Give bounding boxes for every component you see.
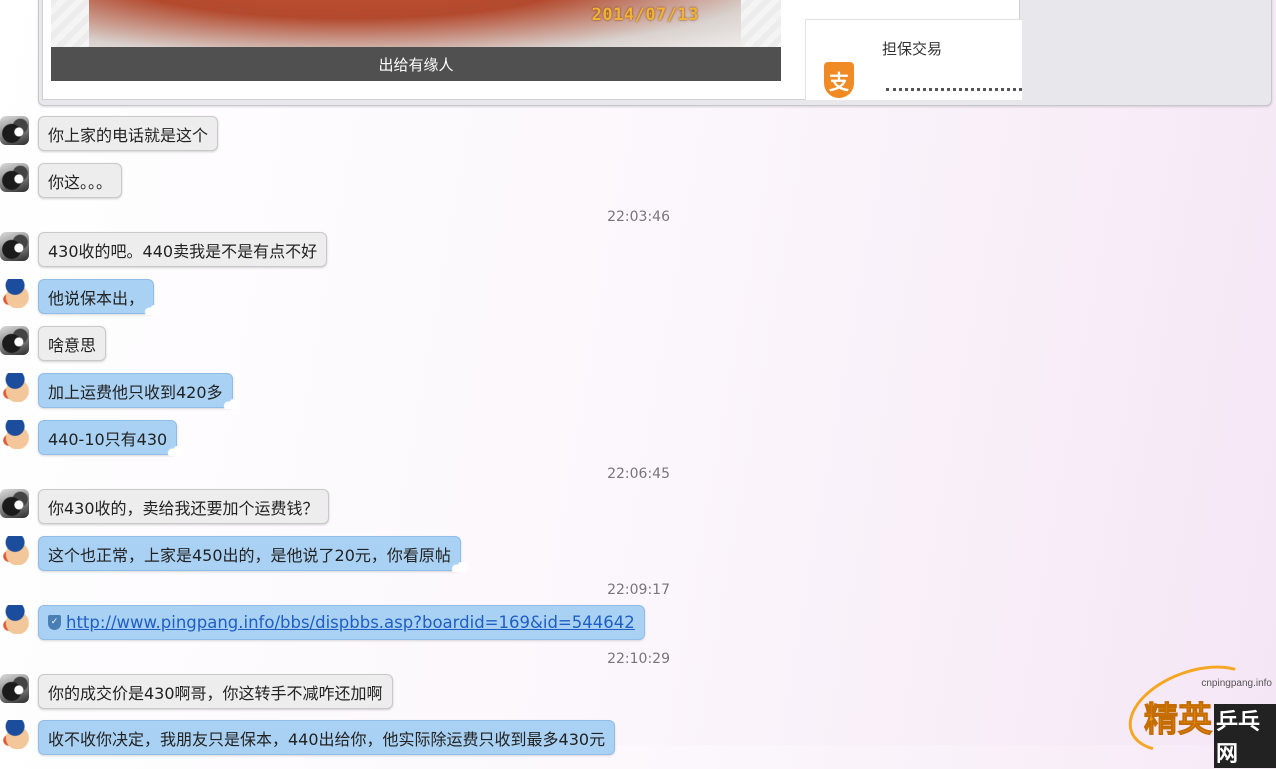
- product-photo-area[interactable]: 2014/07/13 出给有缘人: [51, 0, 781, 81]
- police-avatar[interactable]: [0, 420, 29, 449]
- message-bubble[interactable]: 啥意思: [38, 326, 107, 361]
- dog-avatar[interactable]: [0, 163, 29, 192]
- bubble-cloud-decoration: [167, 446, 186, 456]
- police-avatar[interactable]: [0, 279, 29, 308]
- site-watermark: cnpingpang.info 精英 乒乓网: [1116, 649, 1276, 769]
- message-text: 你的成交价是430啊哥，你这转手不减咋还加啊: [48, 683, 383, 703]
- message-bubble[interactable]: 他说保本出，: [38, 279, 163, 315]
- watermark-brand-b: 乒乓网: [1214, 704, 1276, 768]
- message-bubble[interactable]: ✓ http://www.pingpang.info/bbs/dispbbs.a…: [38, 605, 645, 640]
- shared-product-card[interactable]: 2014/07/13 出给有缘人 担保交易 支: [38, 0, 1272, 106]
- message-bubble[interactable]: 你这。。。: [38, 163, 123, 198]
- bubble-cloud-decoration: [450, 562, 469, 572]
- photo-caption: 出给有缘人: [51, 47, 781, 81]
- message-text: 440-10只有430: [48, 429, 168, 449]
- message-text: 你430收的，卖给我还要加个运费钱？: [48, 498, 319, 518]
- message-bubble[interactable]: 加上运费他只收到420多: [38, 373, 241, 409]
- message-bubble[interactable]: 440-10只有430: [38, 420, 186, 456]
- message-bubble[interactable]: 你的成交价是430啊哥，你这转手不减咋还加啊: [38, 674, 393, 709]
- alipay-icon: 支: [824, 62, 854, 98]
- dog-avatar[interactable]: [0, 489, 29, 518]
- timestamp: 22:09:17: [607, 582, 670, 598]
- dog-avatar[interactable]: [0, 116, 29, 145]
- shared-card-body: 2014/07/13 出给有缘人 担保交易 支: [42, 0, 1022, 100]
- message-text: 收不收你决定，我朋友只是保本，440出给你，他实际除运费只收到最多430元: [48, 729, 606, 749]
- message-bubble[interactable]: 430收的吧。440卖我是不是有点不好: [38, 232, 328, 267]
- timestamp: 22:03:46: [607, 209, 670, 225]
- message-text: 你这。。。: [48, 172, 113, 192]
- message-text: 他说保本出，: [48, 288, 145, 308]
- message-text: 啥意思: [48, 335, 97, 355]
- message-bubble[interactable]: 你上家的电话就是这个: [38, 116, 219, 151]
- dog-avatar[interactable]: [0, 326, 29, 355]
- bubble-cloud-decoration: [222, 399, 241, 409]
- message-text: 430收的吧。440卖我是不是有点不好: [48, 241, 318, 261]
- photo-caption-text: 出给有缘人: [378, 55, 454, 74]
- message-text: 你上家的电话就是这个: [48, 125, 209, 145]
- police-avatar[interactable]: [0, 373, 29, 402]
- message-text: 这个也正常，上家是450出的，是他说了20元，你看原帖: [48, 545, 451, 565]
- photo-date-stamp: 2014/07/13: [591, 5, 699, 25]
- police-avatar[interactable]: [0, 605, 29, 634]
- timestamp: 22:06:45: [607, 466, 670, 482]
- bubble-cloud-decoration: [144, 305, 163, 315]
- forum-post-link[interactable]: http://www.pingpang.info/bbs/dispbbs.asp…: [66, 613, 635, 632]
- safe-link-shield-icon: ✓: [48, 615, 61, 630]
- timestamp: 22:10:29: [607, 651, 670, 667]
- guarantee-subtext-cutoff: [886, 88, 1022, 95]
- police-avatar[interactable]: [0, 536, 29, 565]
- guarantee-panel[interactable]: 担保交易 支: [805, 19, 1022, 100]
- dog-avatar[interactable]: [0, 674, 29, 703]
- message-text: 加上运费他只收到420多: [48, 382, 223, 402]
- watermark-brand-a: 精英: [1144, 700, 1213, 741]
- watermark-site: cnpingpang.info: [1201, 678, 1272, 689]
- message-bubble[interactable]: 你430收的，卖给我还要加个运费钱？: [38, 489, 329, 524]
- message-bubble[interactable]: 这个也正常，上家是450出的，是他说了20元，你看原帖: [38, 536, 469, 572]
- message-bubble[interactable]: 收不收你决定，我朋友只是保本，440出给你，他实际除运费只收到最多430元: [38, 720, 616, 755]
- guarantee-title: 担保交易: [882, 40, 943, 58]
- dog-avatar[interactable]: [0, 232, 29, 261]
- product-photo: 2014/07/13: [89, 0, 741, 47]
